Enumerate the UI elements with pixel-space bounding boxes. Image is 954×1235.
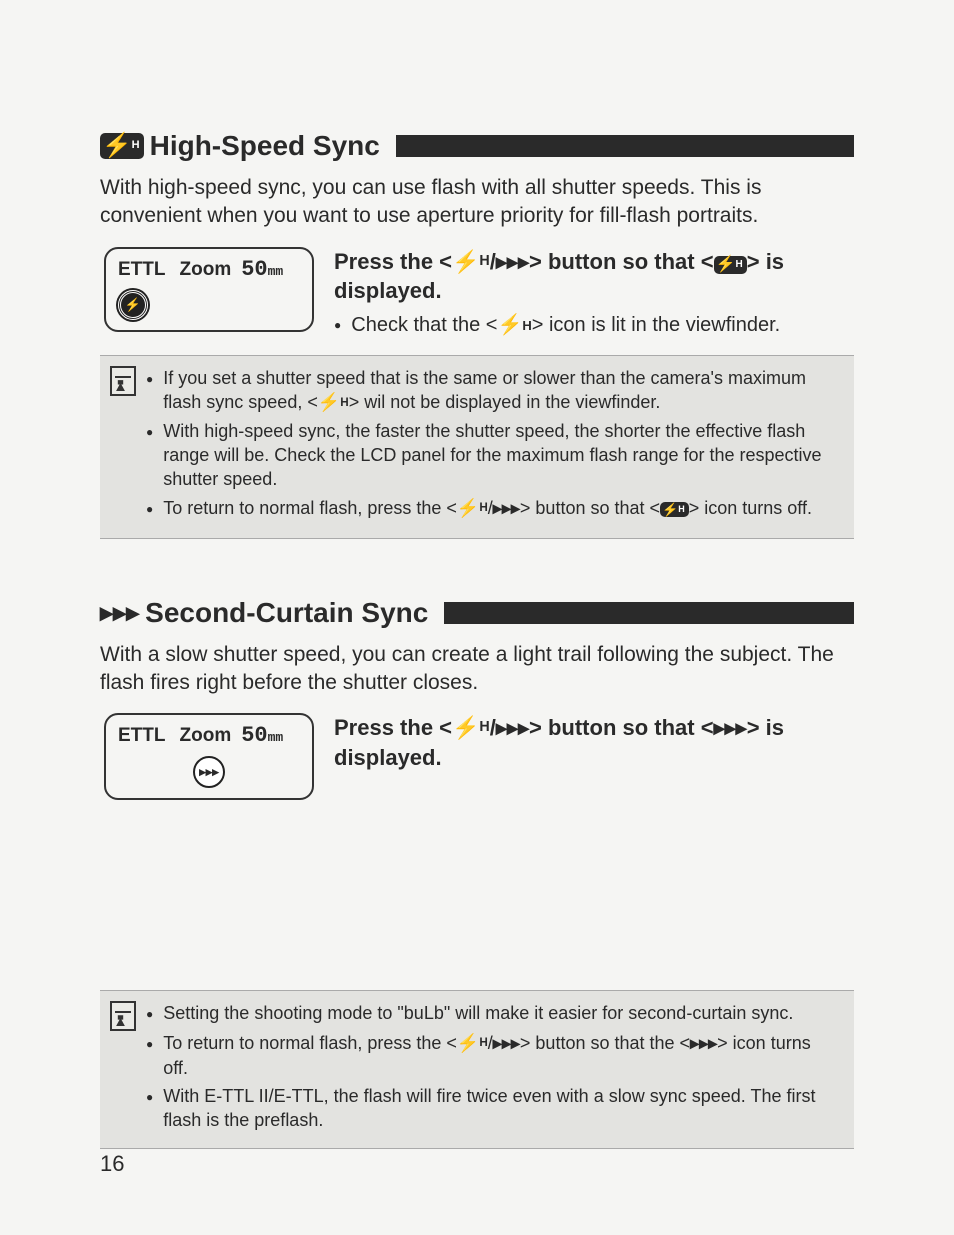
lcd-mm: 50mm: [241, 723, 283, 748]
section1-intro: With high-speed sync, you can use flash …: [100, 174, 854, 231]
lcd-panel-second-curtain: ETTL Zoom 50mm ▸▸▸: [104, 713, 314, 800]
lcd-zoom: Zoom: [180, 259, 232, 281]
lcd-zoom: Zoom: [180, 725, 232, 747]
hss-circled-icon: [118, 290, 148, 320]
section2-title: Second-Curtain Sync: [145, 597, 428, 629]
section1-note-3: To return to normal flash, press the <H/…: [146, 496, 840, 522]
note-icon: [110, 1001, 136, 1031]
lcd-ettl: ETTL: [118, 259, 166, 281]
curtain-circled-icon: ▸▸▸: [193, 756, 225, 788]
lcd-mm: 50mm: [241, 257, 283, 282]
lcd-panel-hss: ETTL Zoom 50mm: [104, 247, 314, 332]
section1-note-1: If you set a shutter speed that is the s…: [146, 366, 840, 415]
section1-note-2: With high-speed sync, the faster the shu…: [146, 419, 840, 492]
section1-notes: If you set a shutter speed that is the s…: [100, 355, 854, 538]
page-number: 16: [100, 1151, 124, 1177]
heading-rule: [396, 135, 854, 157]
section2-instruction: Press the <H/▸▸▸> button so that <▸▸▸> i…: [334, 713, 854, 772]
section1-instruction: Press the <H/▸▸▸> button so that <H> is …: [334, 247, 854, 306]
lcd-ettl: ETTL: [118, 725, 166, 747]
section2-note-2: To return to normal flash, press the <H/…: [146, 1031, 840, 1080]
second-curtain-icon: ▸▸▸: [100, 597, 139, 628]
section-high-speed-sync-heading: H High-Speed Sync: [100, 130, 854, 162]
section1-title: High-Speed Sync: [150, 130, 380, 162]
section2-notes: Setting the shooting mode to "buLb" will…: [100, 990, 854, 1149]
heading-rule: [444, 602, 854, 624]
section2-intro: With a slow shutter speed, you can creat…: [100, 641, 854, 698]
hss-badge-icon: H: [100, 133, 144, 159]
section-second-curtain-heading: ▸▸▸ Second-Curtain Sync: [100, 597, 854, 629]
note-icon: [110, 366, 136, 396]
section2-note-1: Setting the shooting mode to "buLb" will…: [146, 1001, 840, 1027]
section2-note-3: With E-TTL II/E-TTL, the flash will fire…: [146, 1084, 840, 1133]
section1-check: Check that the <H> icon is lit in the vi…: [334, 312, 854, 339]
